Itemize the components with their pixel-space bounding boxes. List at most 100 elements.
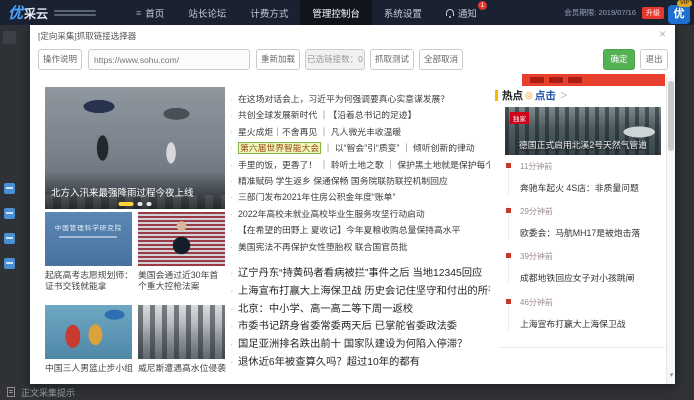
nav-item-forum[interactable]: 站长论坛 <box>176 0 238 25</box>
help-button[interactable]: 操作说明 <box>38 49 82 70</box>
top-navbar: 优 采云 ≡首页 站长论坛 计费方式 管理控制台 系统设置 通知 1 会员期限:… <box>0 0 694 25</box>
dialog-title: [定向采集]抓取链接选择器 <box>38 30 136 42</box>
hot-news-title: 欧委会：马航MH17是被炮击落 <box>520 226 664 239</box>
accent-bar <box>495 90 498 101</box>
headline-link[interactable]: 精准赋码 学生返乡 保通保畅 国务院联防联控机制回应 <box>228 173 490 189</box>
thumbnail-sign-subline <box>59 236 117 238</box>
background-toolbar-icon[interactable] <box>4 233 15 244</box>
upgrade-button[interactable]: 升级 <box>642 7 664 19</box>
nav-item-settings[interactable]: 系统设置 <box>372 0 434 25</box>
hot-news-time: 46分钟前 <box>520 297 664 308</box>
headline-link[interactable]: 在这场对话会上，习近平为何强调要真心实意谋发展？ <box>228 91 490 107</box>
background-panel-icon <box>3 31 16 44</box>
headline-text: 退休近6年被查算久吗？超过10年的都有 <box>238 357 420 368</box>
hot-news-item[interactable]: 11分钟前 奔驰车起火 4S店：非质量问题 <box>508 161 664 194</box>
headline-link[interactable]: 2022年高校未就业高校毕业生服务攻坚行动启动 <box>228 206 490 222</box>
hot-panel-title: 热点 <box>502 88 523 103</box>
headline-link[interactable]: 第六届世界智能大会 ｜ 以“智会”引“质变” ｜ 倾听创新的律动 <box>228 140 490 156</box>
headline-link[interactable]: 退休近6年被查算久吗？超过10年的都有 <box>228 354 490 372</box>
ad-banner-partial[interactable] <box>522 74 665 86</box>
url-input[interactable] <box>88 49 250 70</box>
headline-link[interactable]: 【在希望的田野上 夏收记】今年夏粮收购总量保持高水平 <box>228 222 490 238</box>
headline-text: 三部门发布2021年住房公积金年度“账单” <box>238 192 395 202</box>
selected-link-highlight: 第六届世界智能大会 <box>238 142 321 154</box>
document-icon <box>7 387 15 397</box>
thumbnail-image[interactable]: 中国管理科学研究院 <box>45 212 132 266</box>
headline-text: 市委书记跻身省委常委两天后 已掌舵省委政法委 <box>238 321 457 332</box>
logo-glyph: 优 <box>8 2 23 23</box>
scrollbar-thumb[interactable] <box>668 81 674 151</box>
headline-link[interactable]: 辽宁丹东“持黄码者看病被拦”事件之后 当地12345回应 <box>228 265 490 283</box>
headline-link[interactable]: 上海宣布打赢大上海保卫战 历史会记住坚守和付出的所有人 <box>228 283 490 301</box>
exclusive-badge: 独家 <box>510 112 529 124</box>
hot-news-title: 奔驰车起火 4S店：非质量问题 <box>520 181 664 194</box>
headline-link[interactable]: 共创全球发展新时代 ｜【沿着总书记的足迹】 <box>228 107 490 123</box>
nav-menu: ≡首页 站长论坛 计费方式 管理控制台 系统设置 通知 1 <box>124 0 489 25</box>
selected-count-badge: 已选链接数：0 <box>305 49 365 70</box>
nav-item-notifications[interactable]: 通知 1 <box>434 0 489 25</box>
headline-link[interactable]: 北京：中小学、高一高二等下周一返校 <box>228 301 490 319</box>
notification-badge: 1 <box>478 1 487 10</box>
thumbnail-caption[interactable]: 威尼斯遭遇高水位侵袭 圣 <box>138 363 226 374</box>
scrape-test-button[interactable]: 抓取测试 <box>370 49 414 70</box>
vertical-scrollbar[interactable] <box>666 77 675 384</box>
hot-card-caption: 德国正式启用北溪2号天然气管道 <box>505 138 661 151</box>
confirm-button[interactable]: 确定 <box>603 49 635 70</box>
logo-text: 采云 <box>24 5 48 22</box>
cancel-all-button[interactable]: 全部取消 <box>419 49 463 70</box>
headline-text: 在这场对话会上，习近平为何强调要真心实意谋发展？ <box>238 94 449 104</box>
headline-text: ｜ 以“智会”引“质变” ｜ 倾听创新的律动 <box>321 143 474 153</box>
hot-news-item[interactable]: 39分钟前 成都地铁回应女子对小孩跳闸 <box>508 251 664 284</box>
thumbnail-image[interactable] <box>45 305 132 359</box>
bottom-bar: 正文采集提示 <box>0 384 694 400</box>
headline-text: 北京：中小学、高一高二等下周一返校 <box>238 304 413 315</box>
background-toolbar-icon[interactable] <box>4 183 15 194</box>
headline-text: 【在希望的田野上 夏收记】今年夏粮收购总量保持高水平 <box>238 225 460 235</box>
divider <box>500 347 665 348</box>
logo-tagline <box>54 8 96 18</box>
headline-link[interactable]: 手里的饭，更香了！ ｜ 聆听土地之歌 ｜ 保护黑土地就是保护每个 <box>228 157 490 173</box>
headline-text: 辽宁丹东“持黄码者看病被拦”事件之后 当地12345回应 <box>238 268 482 279</box>
vip-logo[interactable]: 优 VIP <box>668 1 692 24</box>
headline-list: 在这场对话会上，习近平为何强调要真心实意谋发展？ 共创全球发展新时代 ｜【沿着总书… <box>228 91 490 372</box>
thumbnail-caption[interactable]: 中国三人男篮止步小组赛 <box>45 363 133 374</box>
thumbnail-image[interactable] <box>138 212 225 266</box>
hot-panel-header[interactable]: 热点 ◎ 点击 <box>495 88 568 103</box>
hot-card-image[interactable]: 独家 德国正式启用北溪2号天然气管道 <box>505 107 661 155</box>
carousel-dot[interactable] <box>147 202 152 206</box>
target-icon: ◎ <box>525 90 533 101</box>
bell-icon <box>446 9 454 16</box>
reload-button[interactable]: 重新加载 <box>256 49 300 70</box>
hot-news-item[interactable]: 29分钟前 欧委会：马航MH17是被炮击落 <box>508 206 664 239</box>
hamburger-icon: ≡ <box>136 8 141 18</box>
carousel-dot-active[interactable] <box>119 202 134 206</box>
headline-link[interactable]: 美国宪法不再保护女性堕胎权 联合国官员批 <box>228 239 490 255</box>
link-picker-dialog: [定向采集]抓取链接选择器 × 操作说明 重新加载 已选链接数：0 抓取测试 全… <box>30 25 675 384</box>
hot-news-item[interactable]: 46分钟前 上海宣布打赢大上海保卫战 <box>508 297 664 330</box>
headline-link[interactable]: 星火成炬｜不舍再见 ｜ 凡人微光丰收温暖 <box>228 124 490 140</box>
thumbnail-caption[interactable]: 美国会通过近30年首个重大控枪法案 <box>138 270 226 292</box>
headline-link[interactable]: 三部门发布2021年住房公积金年度“账单” <box>228 189 490 205</box>
background-toolbar-icon[interactable] <box>4 258 15 269</box>
dialog-toolbar: 操作说明 重新加载 已选链接数：0 抓取测试 全部取消 确定 退出 <box>30 46 675 76</box>
headline-text: 星火成炬｜不舍再见 ｜ 凡人微光丰收温暖 <box>238 127 401 137</box>
background-toolbar-icon[interactable] <box>4 208 15 219</box>
nav-item-home[interactable]: ≡首页 <box>124 0 176 25</box>
headline-text: 国足亚洲排名跌出前十 国家队建设为何陷入停滞？ <box>238 339 467 350</box>
nav-item-console[interactable]: 管理控制台 <box>300 0 372 25</box>
headline-link[interactable]: 市委书记跻身省委常委两天后 已掌舵省委政法委 <box>228 318 490 336</box>
carousel-dot[interactable] <box>138 202 143 206</box>
carousel-dots <box>119 202 152 206</box>
scroll-down-arrow-icon[interactable] <box>667 364 676 382</box>
member-expiry: 会员期限: 2019/07/16 <box>564 7 636 18</box>
close-icon[interactable]: × <box>659 28 666 40</box>
app-logo: 优 采云 <box>8 2 96 23</box>
thumbnail-image[interactable] <box>138 305 225 359</box>
exit-button[interactable]: 退出 <box>640 49 668 70</box>
nav-item-billing[interactable]: 计费方式 <box>238 0 300 25</box>
hot-news-title: 成都地铁回应女子对小孩跳闸 <box>520 271 664 284</box>
headline-link[interactable]: 国足亚洲排名跌出前十 国家队建设为何陷入停滞？ <box>228 336 490 354</box>
hero-image[interactable]: 北方入汛来最强降雨过程今夜上线 <box>45 87 225 209</box>
hot-panel-title-2: 点击 <box>535 88 556 103</box>
thumbnail-caption[interactable]: 起底高考志愿规划师：证书交钱就能拿 <box>45 270 133 292</box>
